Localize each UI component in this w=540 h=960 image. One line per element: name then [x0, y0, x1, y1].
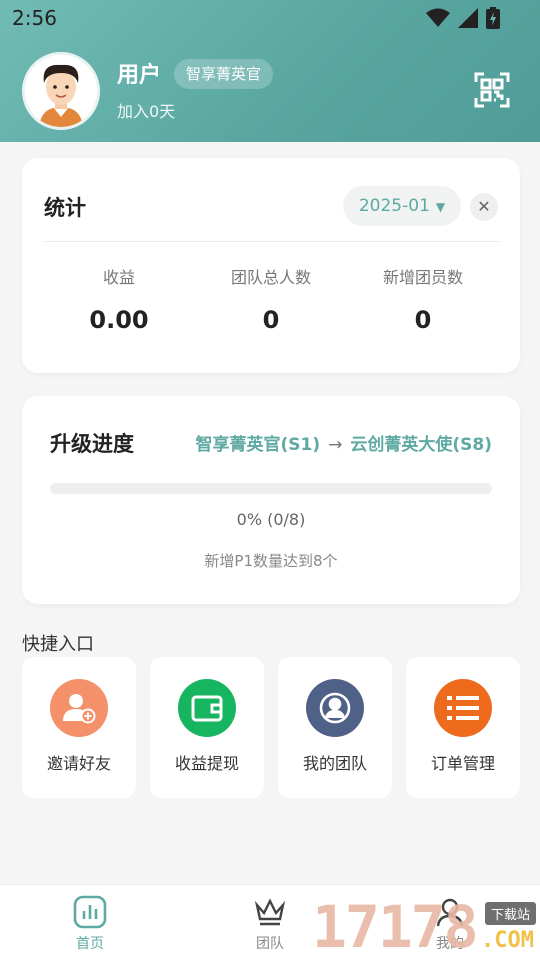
progress-bar [50, 483, 492, 494]
tab-label: 团队 [256, 936, 284, 952]
tab-label: 首页 [76, 936, 104, 952]
level-badge: 智享菁英官 [174, 59, 274, 89]
scan-qr-button[interactable] [472, 70, 512, 110]
invite-friend-icon [50, 679, 108, 737]
target-level: 云创菁英大使(S8) [350, 435, 492, 455]
watermark-domain: .COM [481, 928, 534, 953]
battery-icon [486, 7, 500, 29]
stats-title: 统计 [44, 196, 86, 220]
shortcut-orders[interactable]: 订单管理 [406, 657, 520, 798]
watermark-tag: 下载站 [484, 902, 536, 925]
status-bar: 2:56 [0, 0, 540, 36]
upgrade-progress-card: 升级进度 智享菁英官(S1) → 云创菁英大使(S8) 0% (0/8) 新增P1数… [22, 396, 520, 604]
dropdown-triangle-icon: ▼ [435, 200, 446, 214]
avatar-illustration-icon [25, 55, 97, 127]
tab-team[interactable]: 团队 [225, 885, 315, 960]
watermark-digits: 17178 [312, 893, 479, 960]
watermark-logo: 17178 下载站 .COM [312, 894, 540, 960]
month-picker[interactable]: 2025-01 ▼ [343, 186, 461, 226]
arrow-right-icon: → [328, 435, 343, 455]
wifi-icon [426, 8, 450, 27]
shortcut-label: 订单管理 [430, 754, 495, 773]
avatar[interactable] [22, 52, 100, 130]
stat-value: 0.00 [89, 306, 149, 334]
month-value: 2025-01 [358, 196, 430, 216]
tab-home[interactable]: 首页 [45, 885, 135, 960]
wallet-icon [178, 679, 236, 737]
stat-value: 0 [414, 306, 432, 334]
current-level: 智享菁英官(S1) [195, 435, 321, 455]
clear-month-button[interactable]: ✕ [470, 193, 498, 221]
stat-value: 0 [262, 306, 280, 334]
divider [44, 241, 500, 242]
stat-label: 收益 [102, 268, 135, 287]
progress-title: 升级进度 [50, 432, 134, 456]
user-name: 用户 [117, 63, 162, 88]
shortcut-label: 我的团队 [302, 754, 367, 773]
stat-team-total: 团队总人数 0 [196, 264, 346, 334]
progress-text: 0% (0/8) [236, 510, 306, 529]
qr-scan-icon [474, 72, 510, 108]
stats-card: 统计 2025-01 ▼ ✕ 收益 0.00 团队总人数 0 新增团员数 0 [22, 158, 520, 373]
team-icon [306, 679, 364, 737]
shortcuts-title: 快捷入口 [22, 634, 94, 655]
level-path: 智享菁英官(S1) → 云创菁英大使(S8) [196, 430, 493, 455]
home-chart-icon [73, 895, 107, 929]
status-icons [426, 7, 500, 29]
shortcut-withdraw[interactable]: 收益提现 [150, 657, 264, 798]
progress-hint: 新增P1数量达到8个 [204, 552, 338, 570]
profile-header: 2:56 用户 智享菁英官 加入0天 [0, 0, 540, 142]
order-list-icon [434, 679, 492, 737]
join-days: 加入0天 [117, 102, 176, 121]
shortcut-label: 邀请好友 [46, 754, 111, 773]
status-time: 2:56 [12, 6, 57, 30]
stat-label: 新增团员数 [382, 268, 463, 287]
shortcut-my-team[interactable]: 我的团队 [278, 657, 392, 798]
stat-label: 团队总人数 [230, 268, 311, 287]
shortcut-invite-friends[interactable]: 邀请好友 [22, 657, 136, 798]
stat-new-members: 新增团员数 0 [348, 264, 498, 334]
crown-icon [254, 898, 286, 926]
stat-income: 收益 0.00 [44, 264, 194, 334]
shortcut-label: 收益提现 [174, 754, 239, 773]
signal-icon [458, 8, 478, 28]
